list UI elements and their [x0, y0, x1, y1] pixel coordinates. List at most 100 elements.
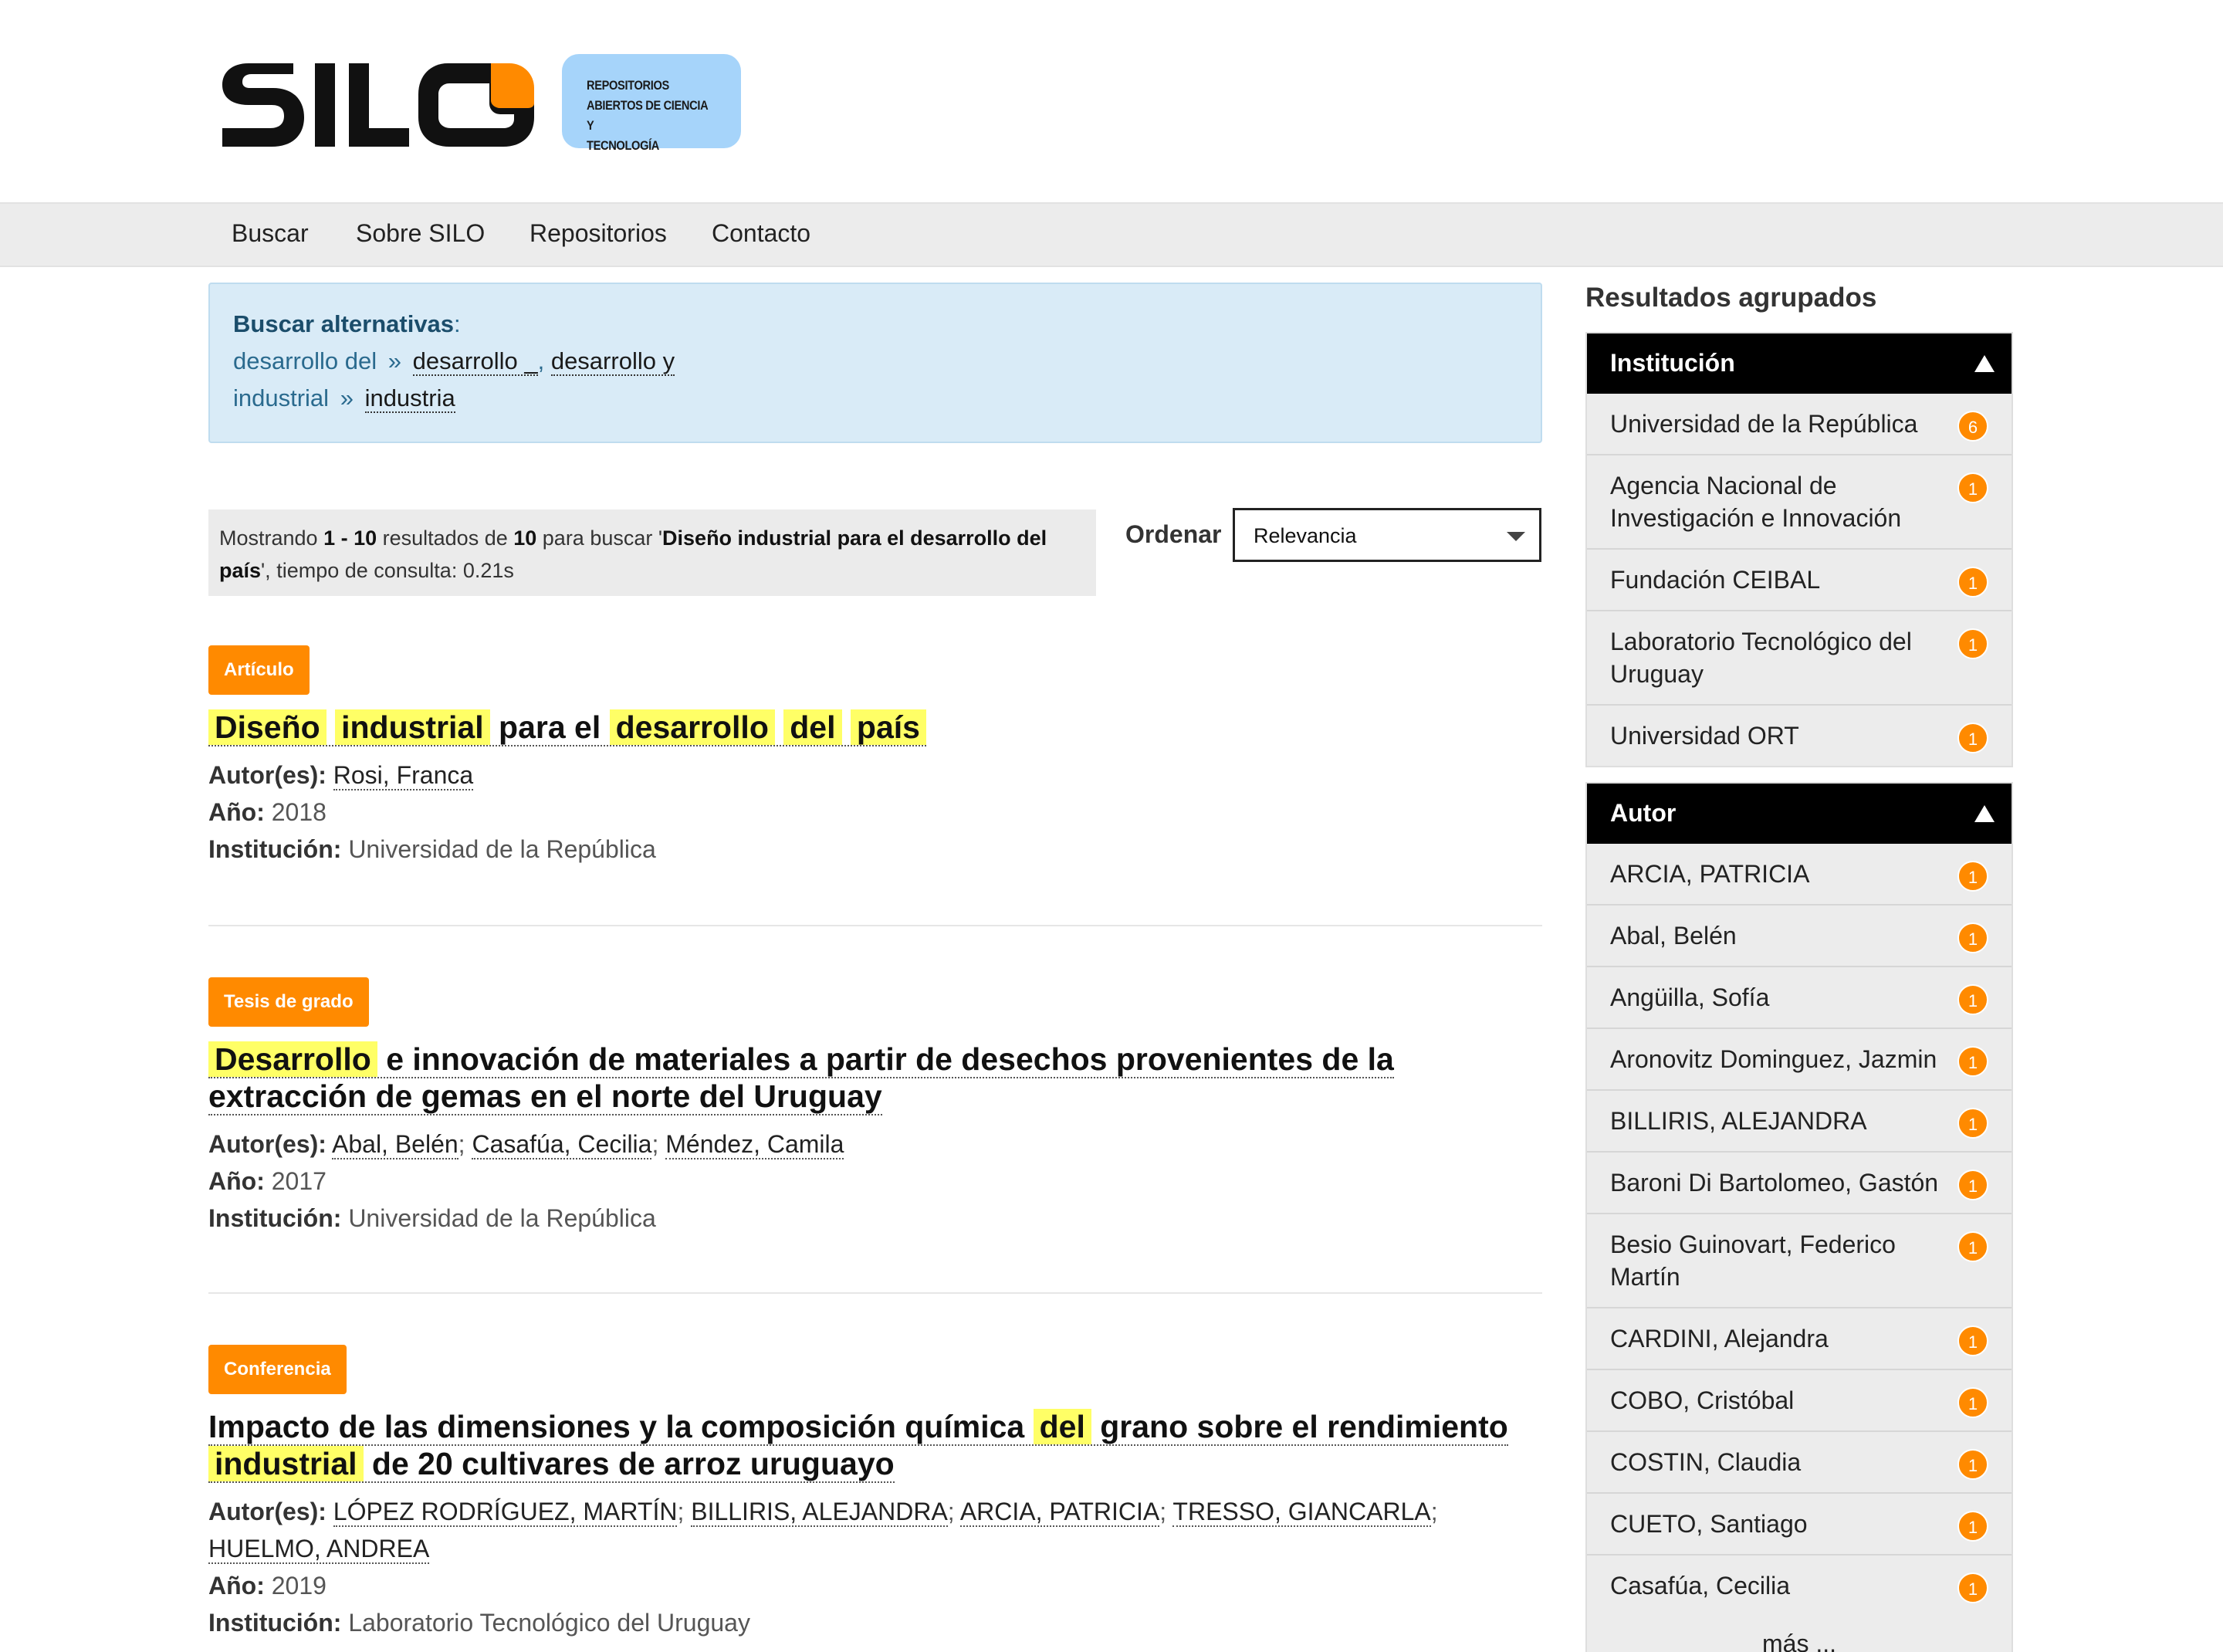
author-link[interactable]: TRESSO, GIANCARLA	[1172, 1498, 1431, 1527]
facet-item[interactable]: Angüilla, Sofía 1	[1587, 967, 2012, 1029]
alternative-term: industrial	[233, 384, 330, 411]
facet-item[interactable]: Agencia Nacional de Investigación e Inno…	[1587, 455, 2012, 550]
facet-item-label: COBO, Cristóbal	[1610, 1386, 1795, 1414]
main-nav: Buscar Sobre SILO Repositorios Contacto	[0, 202, 2223, 267]
nav-contacto[interactable]: Contacto	[712, 219, 810, 248]
facet-item-label: Abal, Belén	[1610, 922, 1737, 950]
chevron-down-icon	[1507, 532, 1525, 541]
facet-item[interactable]: Universidad ORT 1	[1587, 706, 2012, 766]
divider	[208, 925, 1542, 926]
author-link[interactable]: HUELMO, ANDREA	[208, 1535, 430, 1564]
author-link[interactable]: Casafúa, Cecilia	[472, 1130, 652, 1159]
highlighted-term: Desarrollo	[208, 1041, 377, 1077]
nav-buscar[interactable]: Buscar	[232, 219, 309, 248]
facet-count-badge: 1	[1957, 1046, 1988, 1077]
result-title-link[interactable]: Impacto de las dimensiones y la composic…	[208, 1409, 1508, 1483]
more-link[interactable]: más ...	[1587, 1616, 2012, 1652]
result-title[interactable]: Desarrollo e innovación de materiales a …	[208, 1041, 1542, 1115]
highlighted-term: país	[850, 709, 926, 745]
result-item: Artículo Diseño industrial para el desar…	[208, 645, 1542, 868]
author-link[interactable]: ARCIA, PATRICIA	[959, 1498, 1160, 1527]
facet-institucion: Institución Universidad de la República 6…	[1585, 332, 2013, 767]
facet-count-badge: 1	[1957, 1325, 1988, 1356]
facet-item[interactable]: BILLIRIS, ALEJANDRA 1	[1587, 1091, 2012, 1153]
facet-count-badge: 1	[1957, 1231, 1988, 1262]
facet-item-label: Agencia Nacional de Investigación e Inno…	[1610, 472, 1902, 532]
highlighted-term: del	[783, 709, 842, 745]
sort-selected-value: Relevancia	[1254, 524, 1357, 547]
facet-count-badge: 1	[1957, 922, 1988, 953]
author-link[interactable]: Rosi, Franca	[333, 761, 474, 790]
collapse-icon	[1974, 355, 1995, 372]
facet-item[interactable]: CARDINI, Alejandra 1	[1587, 1308, 2012, 1370]
facet-item[interactable]: Abal, Belén 1	[1587, 906, 2012, 967]
facet-item-label: COSTIN, Claudia	[1610, 1448, 1802, 1476]
highlighted-term: industrial	[335, 709, 490, 745]
result-title[interactable]: Diseño industrial para el desarrollo del…	[208, 709, 1542, 746]
facet-header[interactable]: Autor	[1587, 784, 2012, 844]
facet-item[interactable]: Aronovitz Dominguez, Jazmin 1	[1587, 1029, 2012, 1091]
result-authors: Rosi, Franca	[333, 761, 474, 790]
result-type-badge[interactable]: Artículo	[208, 645, 310, 695]
results-summary: Mostrando 1 - 10 resultados de 10 para b…	[208, 509, 1096, 596]
result-type-badge[interactable]: Conferencia	[208, 1345, 347, 1394]
facet-count-badge: 1	[1957, 1387, 1988, 1418]
facet-count-badge: 1	[1957, 1108, 1988, 1139]
result-title[interactable]: Impacto de las dimensiones y la composic…	[208, 1408, 1542, 1483]
result-title-link[interactable]: Diseño industrial para el desarrollo del…	[208, 709, 926, 746]
facet-count-badge: 1	[1957, 861, 1988, 892]
facet-item-label: CUETO, Santiago	[1610, 1510, 1808, 1538]
alternative-link[interactable]: desarrollo _	[412, 347, 538, 376]
facet-item[interactable]: COSTIN, Claudia 1	[1587, 1432, 2012, 1494]
facet-count-badge: 1	[1957, 1572, 1988, 1603]
facet-item[interactable]: ARCIA, PATRICIA 1	[1587, 844, 2012, 906]
facet-header[interactable]: Institución	[1587, 333, 2012, 394]
result-authors: LÓPEZ RODRÍGUEZ, MARTÍN; BILLIRIS, ALEJA…	[208, 1498, 1438, 1564]
nav-repositorios[interactable]: Repositorios	[530, 219, 667, 248]
facet-item[interactable]: CUETO, Santiago 1	[1587, 1494, 2012, 1556]
facet-autor: Autor ARCIA, PATRICIA 1 Abal, Belén 1 Angüil…	[1585, 782, 2013, 1652]
alternative-link[interactable]: industria	[364, 384, 455, 413]
facet-item[interactable]: Baroni Di Bartolomeo, Gastón 1	[1587, 1153, 2012, 1214]
author-link[interactable]: Abal, Belén	[332, 1130, 458, 1159]
facet-count-badge: 1	[1957, 723, 1988, 753]
result-type-badge[interactable]: Tesis de grado	[208, 977, 369, 1027]
tagline-text: REPOSITORIOS ABIERTOS DE CIENCIA Y TECNO…	[587, 78, 708, 153]
highlighted-term: industrial	[208, 1446, 364, 1481]
sidebar-title: Resultados agrupados	[1585, 283, 1877, 313]
facet-item-label: Aronovitz Dominguez, Jazmin	[1610, 1045, 1937, 1073]
facet-count-badge: 1	[1957, 1511, 1988, 1542]
nav-sobre-silo[interactable]: Sobre SILO	[356, 219, 485, 248]
facet-item-label: ARCIA, PATRICIA	[1610, 860, 1810, 888]
facet-item-label: Universidad de la República	[1610, 410, 1918, 438]
result-title-link[interactable]: Desarrollo e innovación de materiales a …	[208, 1041, 1394, 1115]
silo-logo[interactable]	[216, 52, 540, 153]
facet-item-label: BILLIRIS, ALEJANDRA	[1610, 1107, 1867, 1135]
facet-item-label: Laboratorio Tecnológico del Uruguay	[1610, 628, 1912, 688]
facet-count-badge: 1	[1957, 567, 1988, 597]
result-authors: Abal, Belén; Casafúa, Cecilia; Méndez, C…	[332, 1130, 844, 1159]
facet-count-badge: 1	[1957, 628, 1988, 659]
result-year: 2017	[271, 1167, 327, 1195]
facet-count-badge: 6	[1957, 411, 1988, 442]
alternative-link[interactable]: desarrollo y	[550, 347, 675, 376]
facet-item[interactable]: Laboratorio Tecnológico del Uruguay 1	[1587, 611, 2012, 706]
facet-item[interactable]: Casafúa, Cecilia 1	[1587, 1556, 2012, 1616]
facet-item-label: Besio Guinovart, Federico Martín	[1610, 1231, 1896, 1291]
highlighted-term: Diseño	[208, 709, 327, 745]
result-item: Tesis de grado Desarrollo e innovación d…	[208, 977, 1542, 1237]
author-link[interactable]: Méndez, Camila	[665, 1130, 844, 1159]
author-link[interactable]: BILLIRIS, ALEJANDRA	[691, 1498, 948, 1527]
sort-select[interactable]: Relevancia	[1233, 508, 1541, 562]
facet-count-badge: 1	[1957, 1449, 1988, 1480]
result-year: 2019	[271, 1572, 327, 1600]
facet-item[interactable]: COBO, Cristóbal 1	[1587, 1370, 2012, 1432]
facet-item[interactable]: Fundación CEIBAL 1	[1587, 550, 2012, 611]
author-link[interactable]: LÓPEZ RODRÍGUEZ, MARTÍN	[333, 1498, 678, 1527]
highlighted-term: desarrollo	[609, 709, 775, 745]
result-item: Conferencia Impacto de las dimensiones y…	[208, 1345, 1542, 1641]
facet-item-label: Angüilla, Sofía	[1610, 983, 1770, 1011]
facet-item[interactable]: Besio Guinovart, Federico Martín 1	[1587, 1214, 2012, 1308]
facet-count-badge: 1	[1957, 472, 1988, 503]
facet-item[interactable]: Universidad de la República 6	[1587, 394, 2012, 455]
